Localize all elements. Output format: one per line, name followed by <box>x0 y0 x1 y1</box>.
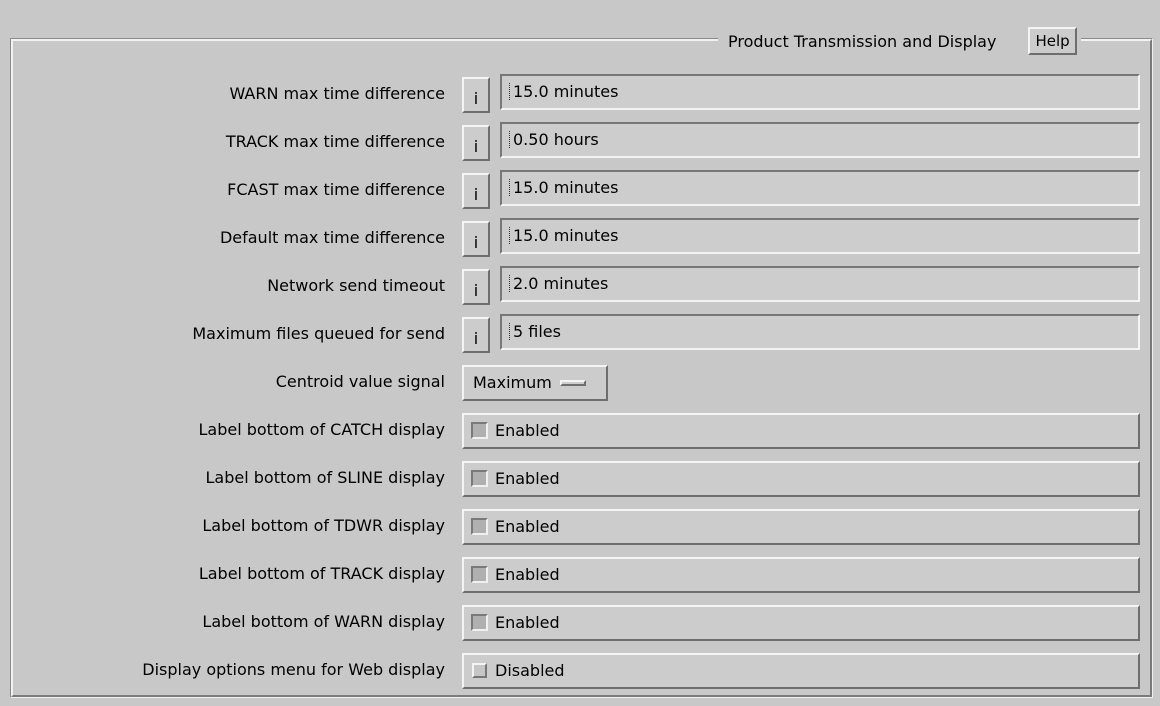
toggle-state: Enabled <box>495 517 560 536</box>
option-menu-value: Maximum <box>473 373 552 392</box>
track-max-time-input[interactable]: 0.50 hours <box>500 122 1140 158</box>
text-cursor <box>509 179 512 196</box>
panel-title-bar: Product Transmission and Display Help <box>718 24 1081 58</box>
toggle-state: Enabled <box>495 613 560 632</box>
info-button[interactable]: i <box>462 125 490 161</box>
warn-max-time-input[interactable]: 15.0 minutes <box>500 74 1140 110</box>
field-label: WARN max time difference <box>229 84 445 103</box>
checkbox-indicator-icon <box>471 470 488 487</box>
checkbox-indicator-icon <box>472 663 487 678</box>
info-button[interactable]: i <box>462 317 490 353</box>
field-value: 15.0 minutes <box>513 226 619 245</box>
text-cursor <box>509 131 512 148</box>
toggle-state: Disabled <box>495 661 565 680</box>
default-max-time-input[interactable]: 15.0 minutes <box>500 218 1140 254</box>
toggle-label: Label bottom of SLINE display <box>205 468 445 487</box>
max-files-queued-input[interactable]: 5 files <box>500 314 1140 350</box>
toggle-label: Display options menu for Web display <box>142 660 445 679</box>
field-value: 2.0 minutes <box>513 274 609 293</box>
text-cursor <box>509 275 512 292</box>
track-label-toggle[interactable]: Enabled <box>462 557 1140 593</box>
text-cursor <box>509 83 512 100</box>
toggle-state: Enabled <box>495 469 560 488</box>
field-label: Maximum files queued for send <box>192 324 445 343</box>
checkbox-indicator-icon <box>471 422 488 439</box>
sline-label-toggle[interactable]: Enabled <box>462 461 1140 497</box>
text-cursor <box>509 323 512 340</box>
web-options-menu-toggle[interactable]: Disabled <box>462 653 1140 689</box>
field-label: TRACK max time difference <box>225 132 445 151</box>
field-label: Network send timeout <box>267 276 445 295</box>
field-label: Default max time difference <box>219 228 445 247</box>
info-button[interactable]: i <box>462 221 490 257</box>
checkbox-indicator-icon <box>471 566 488 583</box>
field-label: FCAST max time difference <box>227 180 445 199</box>
toggle-label: Label bottom of CATCH display <box>198 420 445 439</box>
info-button[interactable]: i <box>462 269 490 305</box>
option-menu-indicator-icon <box>559 380 586 386</box>
catch-label-toggle[interactable]: Enabled <box>462 413 1140 449</box>
text-cursor <box>509 227 512 244</box>
info-button[interactable]: i <box>462 173 490 209</box>
network-send-timeout-input[interactable]: 2.0 minutes <box>500 266 1140 302</box>
checkbox-indicator-icon <box>471 518 488 535</box>
toggle-state: Enabled <box>495 421 560 440</box>
fcast-max-time-input[interactable]: 15.0 minutes <box>500 170 1140 206</box>
info-button[interactable]: i <box>462 77 490 113</box>
centroid-option-menu[interactable]: Maximum <box>462 365 608 401</box>
field-value: 0.50 hours <box>513 130 599 149</box>
toggle-state: Enabled <box>495 565 560 584</box>
warn-label-toggle[interactable]: Enabled <box>462 605 1140 641</box>
field-value: 15.0 minutes <box>513 82 619 101</box>
help-button[interactable]: Help <box>1028 27 1077 55</box>
toggle-label: Label bottom of WARN display <box>202 612 445 631</box>
tdwr-label-toggle[interactable]: Enabled <box>462 509 1140 545</box>
centroid-label: Centroid value signal <box>275 372 445 391</box>
field-value: 5 files <box>513 322 561 341</box>
panel-title: Product Transmission and Display <box>728 31 997 51</box>
toggle-label: Label bottom of TDWR display <box>202 516 445 535</box>
toggle-label: Label bottom of TRACK display <box>198 564 445 583</box>
checkbox-indicator-icon <box>471 614 488 631</box>
field-value: 15.0 minutes <box>513 178 619 197</box>
